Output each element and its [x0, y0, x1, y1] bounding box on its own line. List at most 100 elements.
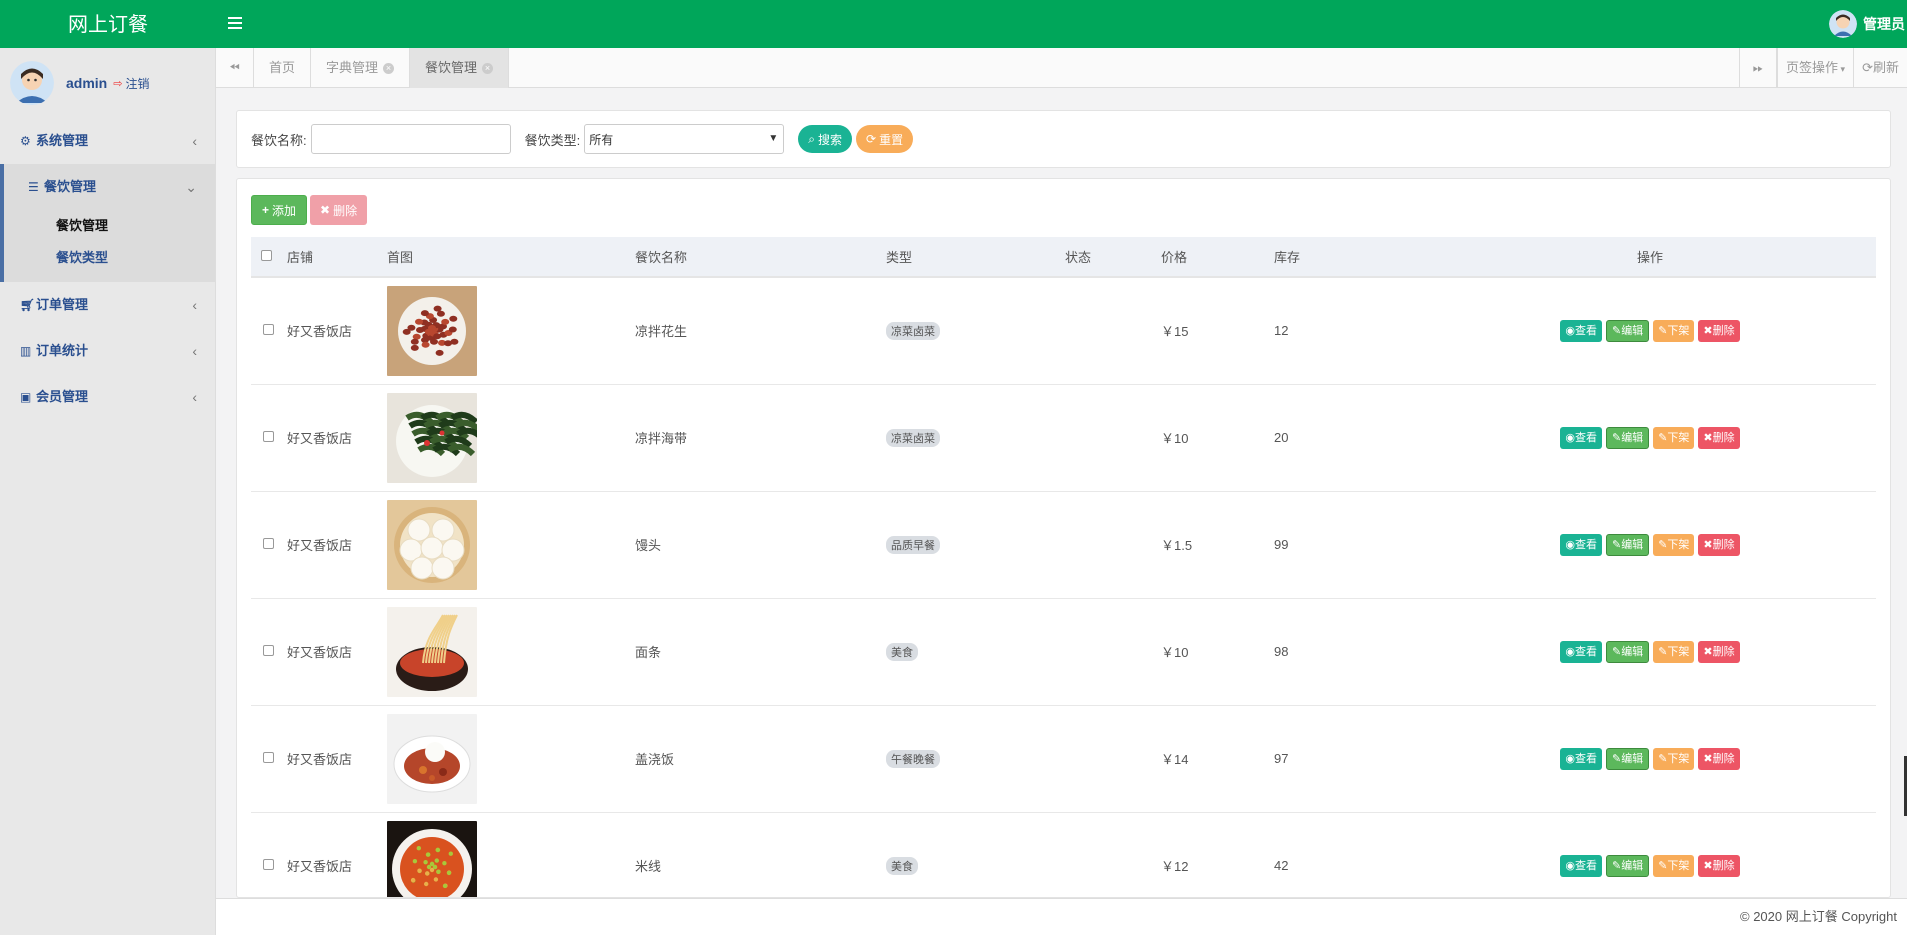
unlist-button[interactable]: ✎下架	[1653, 747, 1695, 770]
delete-button[interactable]: ✖删除	[1698, 533, 1740, 556]
row-checkbox[interactable]	[263, 324, 274, 336]
food-image[interactable]	[387, 713, 477, 804]
unlist-button[interactable]: ✎下架	[1653, 533, 1695, 556]
edit-button[interactable]: ✎编辑	[1605, 640, 1650, 663]
col-image: 首图	[387, 237, 635, 278]
sidebar-item-members[interactable]: ▣ 会员管理 ‹	[0, 374, 215, 420]
close-icon[interactable]: ×	[482, 63, 494, 75]
view-button[interactable]: ◉查看	[1560, 426, 1602, 449]
gear-icon: ⚙	[20, 134, 31, 148]
bulk-delete-button[interactable]: ✖ 删除	[310, 195, 368, 225]
delete-button[interactable]: ✖删除	[1698, 640, 1740, 663]
cell-image	[387, 598, 635, 706]
tabs-scroll-right-button[interactable]: ⏩︎	[1739, 48, 1778, 88]
eye-icon: ◉	[1565, 538, 1575, 551]
edit-button[interactable]: ✎编辑	[1605, 533, 1650, 556]
row-checkbox[interactable]	[263, 431, 274, 442]
reset-button[interactable]: ⟳ 重置	[856, 125, 914, 153]
cell-status	[1065, 598, 1161, 706]
unlist-button[interactable]: ✎下架	[1653, 640, 1695, 663]
cell-status	[1065, 277, 1161, 385]
cell-actions: ◉查看 ✎编辑 ✎下架 ✖删除	[1424, 384, 1876, 492]
view-button[interactable]: ◉查看	[1560, 319, 1602, 342]
tab-home[interactable]: 首页	[254, 48, 312, 88]
type-badge: 凉菜卤菜	[886, 428, 940, 447]
unlist-label: 下架	[1667, 859, 1690, 872]
table-row: 好又香饭店 米线 美食 ￥12 42 ◉查看 ✎编辑 ✎下架 ✖删除	[251, 812, 1876, 899]
view-button[interactable]: ◉查看	[1560, 854, 1602, 877]
edit-label: 编辑	[1621, 538, 1644, 551]
add-button[interactable]: + 添加	[251, 195, 308, 225]
tab-catering[interactable]: 餐饮管理 ×	[410, 48, 510, 88]
logout-link[interactable]: ⇨ 注销	[113, 75, 149, 92]
edit-button[interactable]: ✎编辑	[1605, 854, 1650, 877]
sidebar-submenu: 餐饮管理 餐饮类型	[4, 210, 215, 282]
edit-button[interactable]: ✎编辑	[1605, 319, 1650, 342]
view-label: 查看	[1574, 538, 1597, 551]
close-icon: ✖	[1703, 859, 1713, 872]
reset-button-label: 重置	[879, 132, 904, 147]
eye-icon: ◉	[1565, 859, 1575, 872]
edit-button[interactable]: ✎编辑	[1605, 747, 1650, 770]
tabs-scroll-left-button[interactable]: ⏪︎	[216, 48, 254, 88]
unlist-button[interactable]: ✎下架	[1653, 426, 1695, 449]
cell-shop: 好又香饭店	[287, 598, 387, 706]
footer: © 2020 网上订餐 Copyright	[216, 898, 1907, 935]
top-user-menu[interactable]: 管理员	[1829, 0, 1907, 48]
add-button-label: 添加	[272, 203, 297, 218]
view-button[interactable]: ◉查看	[1560, 640, 1602, 663]
food-image[interactable]	[387, 285, 477, 376]
delete-button[interactable]: ✖删除	[1698, 426, 1740, 449]
cell-name: 馒头	[635, 491, 886, 599]
row-checkbox[interactable]	[263, 752, 274, 763]
tab-operations-dropdown[interactable]: 页签操作 ▾	[1777, 48, 1853, 88]
refresh-label: 刷新	[1872, 60, 1899, 75]
unlist-label: 下架	[1667, 538, 1690, 551]
sidebar-item-orders[interactable]: 🛒︎订单管理 ‹	[0, 282, 215, 328]
view-button[interactable]: ◉查看	[1560, 533, 1602, 556]
sidebar-subitem-catering-manage[interactable]: 餐饮管理	[4, 210, 215, 242]
delete-button[interactable]: ✖删除	[1698, 747, 1740, 770]
close-icon[interactable]: ×	[383, 63, 395, 75]
edit-label: 编辑	[1621, 645, 1644, 658]
food-image[interactable]	[387, 392, 477, 483]
food-image[interactable]	[387, 606, 477, 697]
chevron-left-icon: ‹	[192, 297, 197, 313]
delete-button[interactable]: ✖删除	[1698, 854, 1740, 877]
delete-label: 删除	[1712, 324, 1735, 337]
user-card-icon: ▣	[20, 390, 32, 404]
unlist-button[interactable]: ✎下架	[1653, 319, 1695, 342]
sidebar-item-order-stats[interactable]: ▥ 订单统计 ‹	[0, 328, 215, 374]
tab-dictionary[interactable]: 字典管理 ×	[311, 48, 411, 88]
cell-stock: 99	[1274, 491, 1424, 599]
cell-actions: ◉查看 ✎编辑 ✎下架 ✖删除	[1424, 598, 1876, 706]
sidebar-subitem-catering-type[interactable]: 餐饮类型	[4, 242, 215, 274]
close-icon: ✖	[320, 203, 331, 217]
sidebar-item-catering[interactable]: ☰ 餐饮管理 ⌄	[4, 164, 215, 210]
sidebar-user-panel: admin ⇨ 注销	[0, 48, 215, 118]
delete-button[interactable]: ✖删除	[1698, 319, 1740, 342]
sidebar-username: admin	[66, 75, 108, 91]
food-image[interactable]	[387, 499, 477, 590]
search-button[interactable]: ⌕ 搜索	[798, 125, 852, 153]
row-checkbox[interactable]	[263, 859, 274, 870]
select-all-checkbox[interactable]	[261, 250, 272, 261]
edit-button[interactable]: ✎编辑	[1605, 426, 1650, 449]
refresh-button[interactable]: ⟳刷新	[1853, 48, 1907, 88]
unlist-button[interactable]: ✎下架	[1653, 854, 1695, 877]
col-name: 餐饮名称	[635, 237, 886, 278]
sidebar-item-system[interactable]: ⚙ 系统管理 ‹	[0, 118, 215, 164]
delete-label: 删除	[1712, 538, 1735, 551]
type-filter-select[interactable]: 所有 ▼	[584, 124, 785, 154]
menu-toggle-icon[interactable]	[228, 14, 248, 34]
refresh-icon: ⟳	[1862, 60, 1873, 75]
view-button[interactable]: ◉查看	[1560, 747, 1602, 770]
logout-label: 注销	[125, 76, 150, 91]
cell-status	[1065, 812, 1161, 897]
app-title: 网上订餐	[68, 12, 148, 36]
row-checkbox[interactable]	[263, 645, 274, 656]
name-filter-input[interactable]	[310, 124, 511, 154]
row-checkbox[interactable]	[263, 538, 274, 549]
sidebar-item-label: 会员管理	[36, 389, 89, 404]
food-image[interactable]	[387, 820, 477, 899]
